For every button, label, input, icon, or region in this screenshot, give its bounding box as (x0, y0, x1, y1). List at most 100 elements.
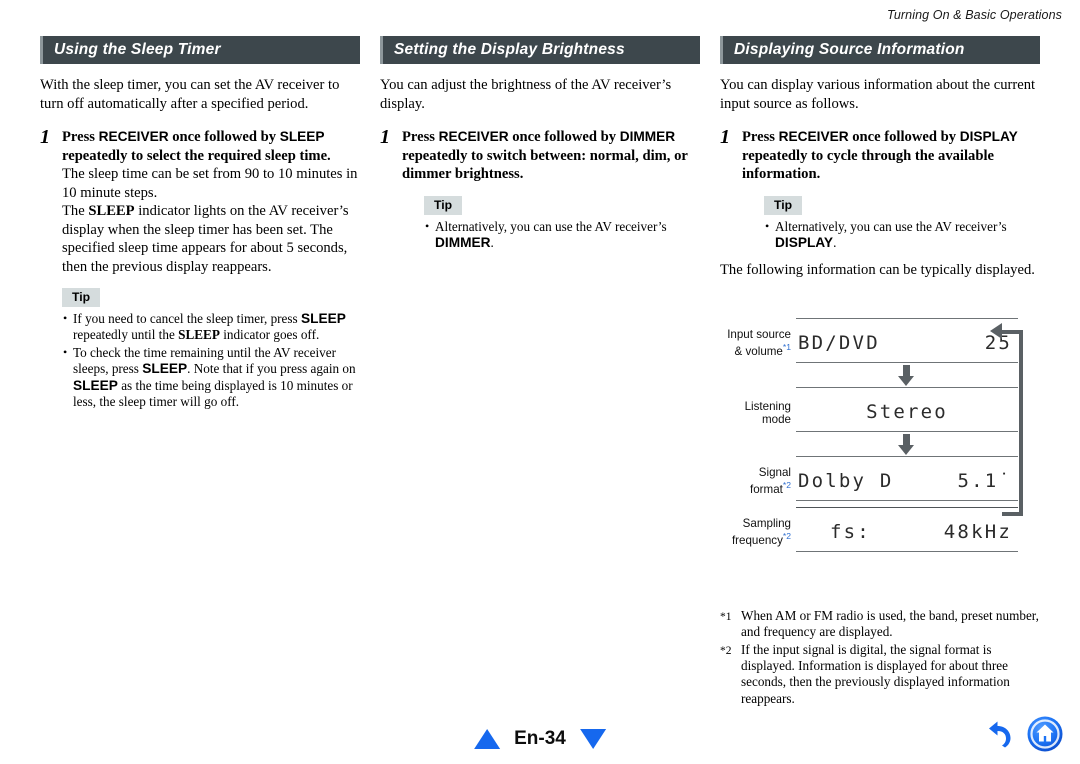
diagram-row-listening-mode: Listening mode Stereo (720, 397, 1018, 427)
diagram-line (796, 455, 1018, 458)
lcd-display-row: fs: 48kHz (796, 517, 1018, 547)
step-heading-part1: Press (62, 129, 99, 145)
lcd-display-row: Dolby D 5.1˙ (796, 466, 1018, 496)
intro-paragraph-sleep-timer: With the sleep timer, you can set the AV… (40, 77, 340, 112)
key-dimmer: DIMMER (435, 234, 491, 250)
lcd-text-left: Dolby D (798, 470, 894, 493)
step-heading-part2: once followed by (508, 129, 620, 145)
tip-list: If you need to cancel the sleep timer, p… (62, 310, 360, 411)
lcd-text-right: 48kHz (943, 521, 1012, 544)
page-number-label: En-34 (514, 728, 566, 749)
diagram-line (796, 430, 1018, 433)
tip-box-display-brightness: Tip Alternatively, you can use the AV re… (424, 195, 700, 252)
footnote-row: *2 If the input signal is digital, the s… (720, 642, 1040, 708)
footnote-row: *1 When AM or FM radio is used, the band… (720, 608, 1040, 641)
tip-item: Alternatively, you can use the AV receiv… (424, 218, 700, 252)
triangle-up-icon[interactable] (474, 729, 501, 749)
footnote-marker: *1 (782, 342, 791, 353)
key-sleep: SLEEP (300, 311, 346, 326)
lcd-text-left: fs: (830, 521, 871, 544)
key-sleep: SLEEP (279, 129, 325, 144)
step-body-text-2: The SLEEP indicator lights on the AV rec… (62, 202, 360, 276)
tip-text-part: . (490, 234, 494, 250)
back-arrow-icon[interactable] (984, 719, 1014, 749)
tip-item: To check the time remaining until the AV… (62, 344, 360, 411)
tip-label: Tip (424, 195, 463, 215)
tip-text-part: If you need to cancel the sleep timer, p… (73, 311, 301, 326)
key-receiver: RECEIVER (98, 129, 169, 144)
loop-back-connector (1002, 329, 1023, 516)
diagram-line (796, 506, 1018, 509)
display-flow-diagram: Input source & volume*1 BD/DVD 25 Listeni… (720, 302, 1040, 582)
step-heading-part1: Press (402, 129, 439, 145)
step-sleep-timer: 1 Press RECEIVER once followed by SLEEP r… (40, 126, 360, 411)
tip-item: If you need to cancel the sleep timer, p… (62, 310, 360, 344)
tip-list: Alternatively, you can use the AV receiv… (764, 218, 1040, 252)
lcd-text-left: BD/DVD (798, 332, 880, 355)
tip-text-part: Alternatively, you can use the AV receiv… (775, 218, 1007, 234)
step-body-part-a: The (62, 203, 89, 219)
step-heading-part1: Press (742, 129, 779, 145)
key-receiver: RECEIVER (438, 129, 509, 144)
footnotes-block: *1 When AM or FM radio is used, the band… (720, 608, 1040, 707)
tip-text-part: . (833, 234, 837, 250)
step-heading: Press RECEIVER once followed by DIMMER re… (402, 128, 700, 184)
step-heading: Press RECEIVER once followed by DISPLAY r… (742, 128, 1040, 184)
tip-label: Tip (62, 288, 101, 307)
key-sleep: SLEEP (73, 377, 118, 393)
tip-text-part: indicator goes off. (219, 327, 320, 343)
intro-paragraph-display-brightness: You can adjust the brightness of the AV … (380, 77, 672, 112)
diagram-row-input-source: Input source & volume*1 BD/DVD 25 (720, 328, 1018, 359)
diagram-line (796, 361, 1018, 364)
section-title-source-information: Displaying Source Information (720, 36, 1040, 64)
step-number: 1 (40, 126, 50, 148)
diagram-intro-paragraph: The following information can be typical… (720, 262, 1035, 279)
label-line-1: Sampling (742, 516, 791, 530)
diagram-line (796, 386, 1018, 389)
step-number: 1 (380, 126, 390, 148)
key-sleep: SLEEP (142, 361, 188, 377)
step-display-brightness: 1 Press RECEIVER once followed by DIMMER… (380, 126, 700, 252)
step-heading-part3: repeatedly to cycle through the availabl… (742, 147, 994, 183)
lcd-display-row: Stereo (796, 397, 1018, 427)
diagram-row-label: Input source & volume*1 (720, 328, 796, 359)
label-line-1: Input source (727, 327, 791, 341)
diagram-line (796, 499, 1018, 502)
step-heading-part2: once followed by (168, 129, 280, 145)
label-line-2: & volume (734, 345, 783, 359)
footer-icon-group (984, 715, 1064, 753)
label-line-1: Listening (744, 400, 791, 413)
tip-label: Tip (764, 195, 803, 215)
diagram-line (796, 550, 1018, 553)
triangle-down-icon[interactable] (579, 729, 606, 749)
footnote-marker: *2 (782, 531, 791, 542)
step-heading-part3: repeatedly to select the required sleep … (62, 147, 331, 164)
intro-paragraph-source-information: You can display various information abou… (720, 77, 1036, 112)
column-display-brightness: Setting the Display Brightness You can a… (380, 36, 700, 708)
key-display: DISPLAY (959, 129, 1018, 144)
footnote-text: If the input signal is digital, the sign… (741, 641, 1010, 706)
tip-item: Alternatively, you can use the AV receiv… (764, 218, 1040, 252)
home-icon[interactable] (1026, 715, 1064, 753)
section-title-sleep-timer: Using the Sleep Timer (40, 36, 360, 64)
page-footer: En-34 (0, 700, 1080, 764)
label-line-2: frequency (731, 534, 783, 548)
step-heading: Press RECEIVER once followed by SLEEP rep… (62, 128, 360, 165)
running-header: Turning On & Basic Operations (887, 8, 1062, 22)
diagram-row-label: Listening mode (720, 400, 796, 427)
step-number: 1 (720, 126, 730, 148)
key-receiver: RECEIVER (778, 129, 849, 144)
step-source-information: 1 Press RECEIVER once followed by DISPLA… (720, 126, 1040, 252)
footnote-text: When AM or FM radio is used, the band, p… (741, 607, 1039, 640)
diagram-row-signal-format: Signal format*2 Dolby D 5.1˙ (720, 466, 1018, 497)
key-dimmer: DIMMER (619, 129, 676, 144)
tip-text-part: . Note that if you press again on (187, 361, 356, 377)
tip-text-part: repeatedly until the (73, 327, 179, 343)
footnote-mark: *1 (720, 610, 732, 623)
step-heading-part3: repeatedly to switch between: normal, di… (402, 147, 688, 183)
step-heading-part2: once followed by (848, 129, 960, 145)
page-columns: Using the Sleep Timer With the sleep tim… (40, 36, 1040, 708)
footnote-marker: *2 (782, 480, 791, 491)
tip-list: Alternatively, you can use the AV receiv… (424, 218, 700, 252)
tip-box-sleep-timer: Tip If you need to cancel the sleep time… (62, 288, 360, 410)
